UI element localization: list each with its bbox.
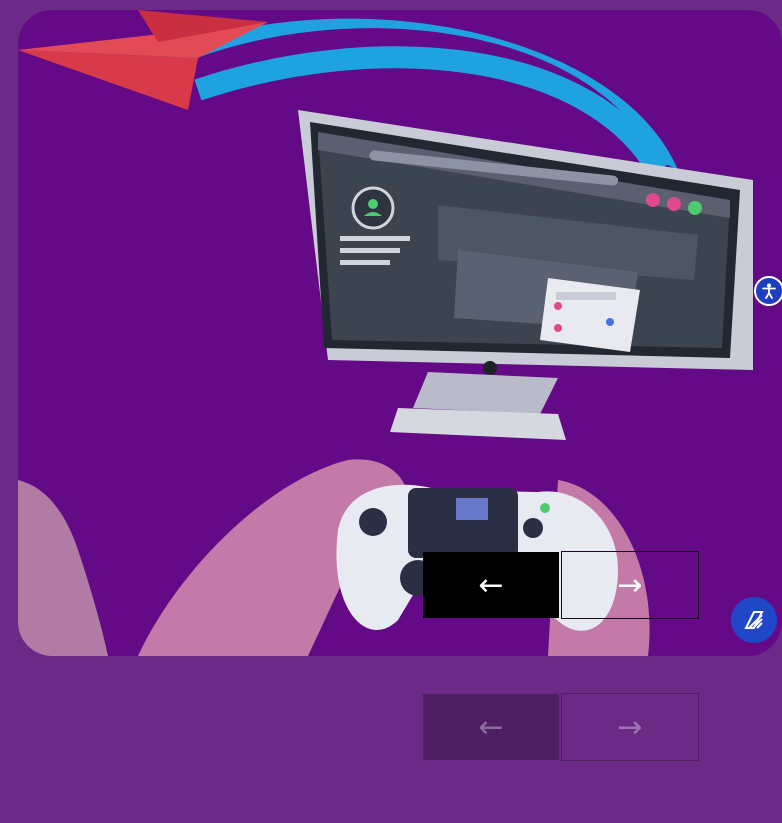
next-button-reflection: → [561, 693, 699, 761]
paper-plane-icon [18, 10, 268, 110]
accessibility-icon [762, 283, 776, 299]
arrow-left-icon: ← [478, 567, 504, 603]
carousel-next-button[interactable]: → [561, 551, 699, 619]
carousel-prev-button[interactable]: ← [423, 552, 559, 618]
person-shoulder [18, 480, 108, 656]
page: ← → ← → [0, 0, 782, 823]
prev-button-reflection: ← [423, 694, 559, 760]
monitor-illustration [298, 110, 753, 440]
chat-widget-button[interactable] [731, 597, 777, 643]
accessibility-button[interactable] [754, 276, 782, 306]
chat-widget-icon [744, 611, 764, 629]
arrow-right-icon: → [617, 567, 643, 603]
